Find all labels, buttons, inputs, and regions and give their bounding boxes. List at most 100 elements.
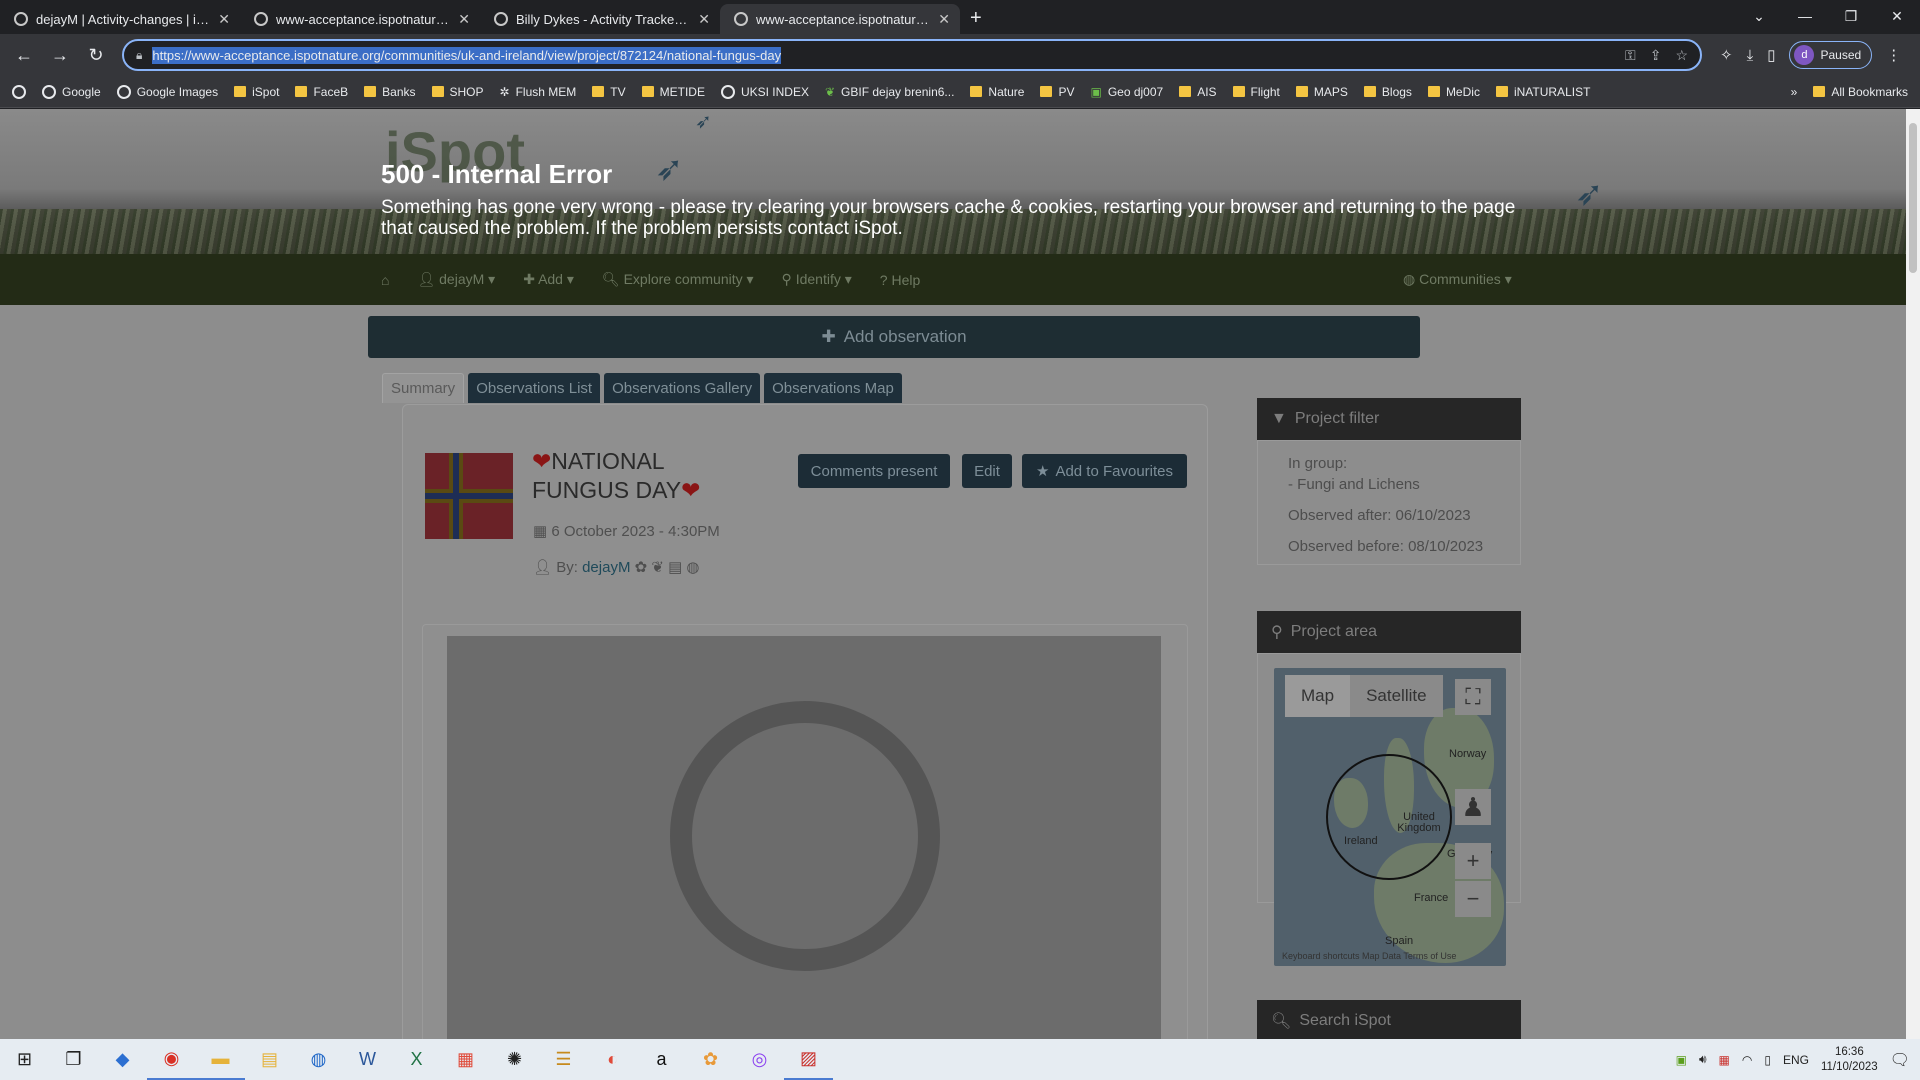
- add-observation-button[interactable]: ✚ Add observation: [368, 316, 1420, 358]
- close-icon[interactable]: ✕: [458, 11, 470, 28]
- side-panel-icon[interactable]: ▯: [1767, 46, 1775, 64]
- bookmark-maps[interactable]: MAPS: [1295, 85, 1348, 99]
- bookmark-inaturalist[interactable]: iNATURALIST: [1495, 85, 1590, 99]
- profile-button[interactable]: d Paused: [1789, 41, 1873, 69]
- notes-icon[interactable]: ▤: [245, 1039, 294, 1080]
- browser-tab-1[interactable]: dejayM | Activity-changes | iSpot ✕: [0, 4, 240, 34]
- bookmark-uksi-index[interactable]: UKSI INDEX: [720, 84, 809, 99]
- messenger-icon[interactable]: ◎: [735, 1039, 784, 1080]
- close-window-icon[interactable]: ✕: [1874, 0, 1920, 32]
- notification-icon[interactable]: 🗨︎: [1890, 1050, 1910, 1070]
- bookmark-google[interactable]: Google: [42, 84, 101, 99]
- browser-tab-2[interactable]: www-acceptance.ispotnature.org ✕: [240, 4, 480, 34]
- bookmark-flight[interactable]: Flight: [1232, 85, 1280, 99]
- bookmark-medic[interactable]: MeDic: [1427, 85, 1480, 99]
- bookmark-metide[interactable]: METIDE: [641, 85, 705, 99]
- app-icon[interactable]: ◐: [588, 1039, 637, 1080]
- nav-identify[interactable]: ⚲ Identify ▾: [782, 271, 852, 288]
- app-tray-icon[interactable]: ▦: [1719, 1053, 1730, 1067]
- download-icon[interactable]: ⤓: [1747, 47, 1754, 64]
- home-icon[interactable]: ⌂: [381, 272, 389, 288]
- more-bookmarks-icon[interactable]: »: [1791, 85, 1798, 99]
- wifi-icon[interactable]: ◠: [1742, 1053, 1752, 1067]
- nav-explore[interactable]: 🔍︎ Explore community ▾: [602, 271, 754, 288]
- nav-help[interactable]: ? Help: [880, 272, 920, 288]
- bookmark-pv[interactable]: PV: [1040, 85, 1074, 99]
- app-icon[interactable]: ◆: [98, 1039, 147, 1080]
- color-app-icon[interactable]: ▦: [441, 1039, 490, 1080]
- back-icon[interactable]: ←: [8, 39, 40, 71]
- nav-communities[interactable]: ◍ Communities ▾: [1403, 271, 1512, 288]
- edit-button[interactable]: Edit: [962, 454, 1012, 488]
- extensions-icon[interactable]: ✧: [1720, 46, 1733, 64]
- map-tab-map[interactable]: Map: [1285, 675, 1351, 717]
- close-icon[interactable]: ✕: [218, 11, 230, 28]
- key-icon[interactable]: ⚿: [1625, 47, 1636, 64]
- bookmark-blogs[interactable]: Blogs: [1363, 85, 1412, 99]
- browser-tab-4-active[interactable]: www-acceptance.ispotnature.org ✕: [720, 4, 960, 34]
- close-icon[interactable]: ✕: [938, 11, 950, 28]
- photos-icon[interactable]: ✺: [490, 1039, 539, 1080]
- bookmark-ais[interactable]: AIS: [1179, 85, 1217, 99]
- restore-icon[interactable]: ❐: [1828, 0, 1874, 32]
- app-icon[interactable]: ☰: [539, 1039, 588, 1080]
- url-text[interactable]: https://www-acceptance.ispotnature.org/c…: [152, 46, 782, 64]
- language-indicator[interactable]: ENG: [1783, 1053, 1809, 1067]
- lock-icon[interactable]: 🔒︎: [136, 48, 142, 63]
- bookmark-gbif[interactable]: ❦ GBIF dejay brenin6...: [825, 85, 954, 99]
- bookmark-flush-mem[interactable]: ✲ Flush MEM: [500, 85, 577, 99]
- share-icon[interactable]: ⇪: [1650, 47, 1662, 64]
- tab-search-icon[interactable]: ⌄: [1736, 0, 1782, 32]
- battery-icon[interactable]: ▯: [1764, 1053, 1771, 1067]
- bookmark-faceb[interactable]: FaceB: [295, 85, 348, 99]
- firefox-icon[interactable]: ◍: [294, 1039, 343, 1080]
- forward-icon[interactable]: →: [44, 39, 76, 71]
- chrome-icon[interactable]: ◉: [147, 1039, 196, 1080]
- tab-observations-map[interactable]: Observations Map: [764, 373, 902, 403]
- nav-user[interactable]: 👤︎ dejayM ▾: [417, 271, 495, 288]
- minimize-icon[interactable]: —: [1782, 0, 1828, 32]
- search-ispot-header[interactable]: 🔍︎ Search iSpot: [1257, 1000, 1521, 1039]
- tab-summary[interactable]: Summary: [382, 373, 465, 403]
- bookmark-banks[interactable]: Banks: [364, 85, 416, 99]
- bookmark-nature[interactable]: Nature: [970, 85, 1024, 99]
- nvidia-icon[interactable]: ▣: [1676, 1053, 1687, 1067]
- task-view-icon[interactable]: ❐: [49, 1039, 98, 1080]
- clock[interactable]: 16:36 11/10/2023: [1821, 1045, 1878, 1075]
- bookmark-geo[interactable]: ▣ Geo dj007: [1090, 85, 1163, 99]
- web-icon[interactable]: [12, 84, 26, 99]
- menu-icon[interactable]: ⋮: [1886, 46, 1901, 64]
- app-icon[interactable]: ✿: [686, 1039, 735, 1080]
- amazon-icon[interactable]: a: [637, 1039, 686, 1080]
- word-icon[interactable]: W: [343, 1039, 392, 1080]
- map-footer[interactable]: Keyboard shortcuts Map Data Terms of Use: [1282, 951, 1456, 961]
- file-explorer-icon[interactable]: ▬: [196, 1039, 245, 1080]
- bookmark-tv[interactable]: TV: [592, 85, 626, 99]
- bookmark-ispot[interactable]: iSpot: [234, 85, 279, 99]
- close-icon[interactable]: ✕: [698, 11, 710, 28]
- nav-add[interactable]: ✚ Add ▾: [523, 271, 574, 288]
- volume-icon[interactable]: 🔊︎: [1699, 1052, 1707, 1067]
- browser-tab-3[interactable]: Billy Dykes - Activity Tracker | Us ✕: [480, 4, 720, 34]
- page-scrollbar[interactable]: [1906, 109, 1920, 1039]
- app-icon[interactable]: ▨: [784, 1039, 833, 1080]
- tab-observations-list[interactable]: Observations List: [468, 373, 601, 403]
- scrollbar-thumb[interactable]: [1909, 123, 1917, 273]
- new-tab-button[interactable]: +: [960, 7, 992, 34]
- fullscreen-icon[interactable]: ⛶: [1455, 679, 1491, 715]
- bookmark-all-bookmarks[interactable]: All Bookmarks: [1813, 85, 1908, 99]
- pegman-icon[interactable]: ♟: [1455, 789, 1491, 825]
- excel-icon[interactable]: X: [392, 1039, 441, 1080]
- author-link[interactable]: dejayM: [582, 559, 630, 576]
- comments-present-button[interactable]: Comments present: [798, 454, 950, 488]
- address-bar[interactable]: 🔒︎ https://www-acceptance.ispotnature.or…: [122, 39, 1702, 71]
- zoom-in-icon[interactable]: +: [1455, 843, 1491, 879]
- windows-start-icon[interactable]: ⊞: [0, 1039, 49, 1080]
- zoom-out-icon[interactable]: −: [1455, 881, 1491, 917]
- tab-observations-gallery[interactable]: Observations Gallery: [604, 373, 761, 403]
- map-tab-satellite[interactable]: Satellite: [1350, 686, 1442, 706]
- star-icon[interactable]: ☆: [1675, 47, 1688, 64]
- bookmark-google-images[interactable]: Google Images: [116, 84, 218, 99]
- bookmark-shop[interactable]: SHOP: [431, 85, 484, 99]
- reload-icon[interactable]: ↻: [80, 39, 112, 71]
